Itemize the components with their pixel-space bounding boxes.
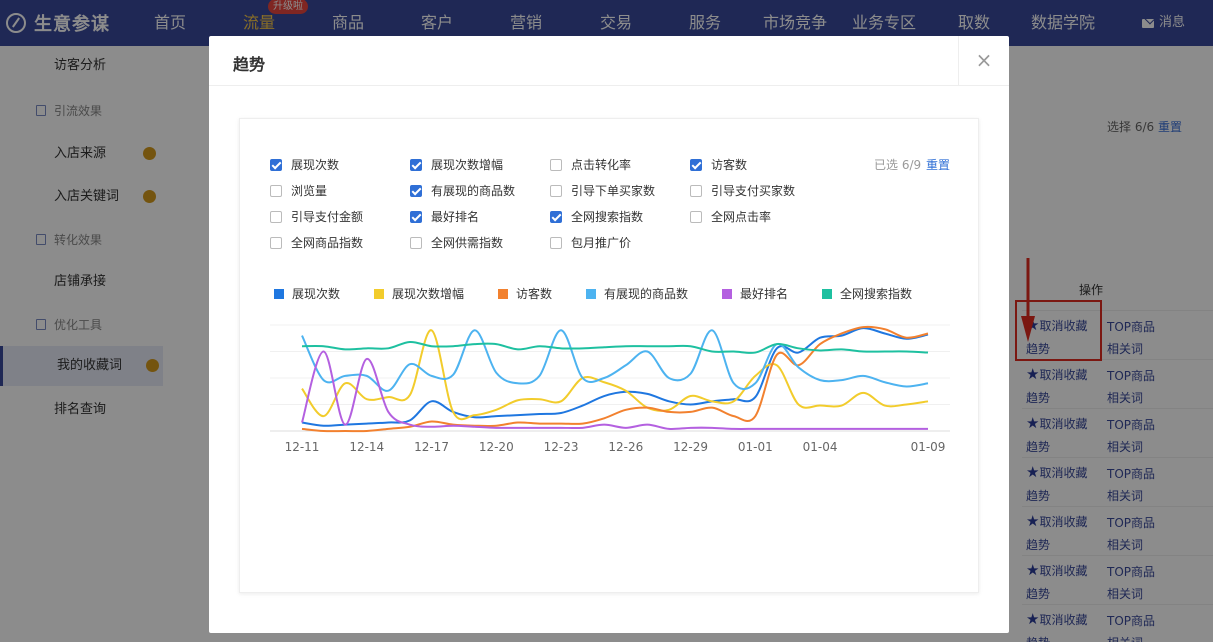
metric-label: 最好排名 (431, 210, 480, 224)
checkbox-icon (690, 210, 702, 223)
metric-checkbox-3[interactable]: 访客数 (690, 156, 747, 173)
metric-checkbox-6[interactable]: 引导下单买家数 (550, 182, 655, 199)
checkbox-icon (270, 236, 282, 249)
metric-label: 包月推广价 (571, 236, 632, 250)
legend-item-4[interactable]: 最好排名 (722, 285, 788, 302)
metric-checkbox-12[interactable]: 全网商品指数 (270, 234, 363, 251)
legend-label: 最好排名 (740, 287, 789, 301)
metric-checkbox-11[interactable]: 全网点击率 (690, 208, 771, 225)
metric-label: 访客数 (711, 158, 748, 172)
checkbox-icon (270, 184, 282, 197)
trend-line-chart: 12-11 12-14 12-17 12-20 12-23 12-26 12-29 01-01… (270, 324, 950, 454)
legend-label: 访客数 (516, 287, 553, 301)
checkbox-icon (550, 210, 562, 223)
metric-label: 展现次数 (291, 158, 340, 172)
checkbox-icon (550, 184, 562, 197)
metric-label: 引导支付金额 (291, 210, 364, 224)
checkbox-icon (550, 236, 562, 249)
x-tick-label: 12-17 (414, 440, 449, 454)
x-tick-label: 12-14 (349, 440, 384, 454)
checkbox-icon (410, 184, 422, 197)
metric-checkbox-4[interactable]: 浏览量 (270, 182, 327, 199)
checkbox-icon (410, 210, 422, 223)
metric-label: 引导下单买家数 (571, 184, 656, 198)
metric-label: 浏览量 (291, 184, 328, 198)
legend-item-2[interactable]: 访客数 (498, 285, 552, 302)
modal-title: 趋势 (233, 55, 266, 74)
x-tick-label: 12-26 (608, 440, 643, 454)
checkbox-icon (410, 158, 422, 171)
trend-card: 展现次数 展现次数增幅 点击转化率 访客数 浏览量 有展现的商品数 引导下单买家数 引导支付买… (239, 118, 979, 593)
legend-swatch (722, 288, 732, 299)
metric-checkbox-8[interactable]: 引导支付金额 (270, 208, 363, 225)
metric-checkbox-0[interactable]: 展现次数 (270, 156, 339, 173)
legend-swatch (274, 288, 284, 299)
legend-item-0[interactable]: 展现次数 (274, 285, 340, 302)
x-tick-label: 01-01 (738, 440, 773, 454)
x-tick-label: 01-09 (911, 440, 946, 454)
legend-swatch (498, 288, 508, 299)
x-tick-label: 12-20 (479, 440, 514, 454)
x-tick-label: 12-23 (544, 440, 579, 454)
checkbox-icon (550, 158, 562, 171)
series-line-1[interactable] (301, 329, 929, 421)
metric-checkbox-7[interactable]: 引导支付买家数 (690, 182, 795, 199)
metric-checkbox-2[interactable]: 点击转化率 (550, 156, 631, 173)
legend-item-5[interactable]: 全网搜索指数 (822, 285, 912, 302)
series-line-2[interactable] (301, 325, 929, 433)
metric-label: 展现次数增幅 (431, 158, 504, 172)
x-tick-label: 12-29 (673, 440, 708, 454)
metric-checkbox-13[interactable]: 全网供需指数 (410, 234, 503, 251)
metric-label: 有展现的商品数 (431, 184, 516, 198)
metric-label: 引导支付买家数 (711, 184, 796, 198)
legend-label: 有展现的商品数 (604, 287, 689, 301)
legend-swatch (586, 288, 596, 299)
selected-count: 已选 6/9 (874, 158, 922, 172)
checkbox-icon (690, 158, 702, 171)
legend-item-3[interactable]: 有展现的商品数 (586, 285, 688, 302)
metric-checkbox-9[interactable]: 最好排名 (410, 208, 479, 225)
reset-link[interactable]: 重置 (926, 156, 950, 173)
legend-item-1[interactable]: 展现次数增幅 (374, 285, 464, 302)
metric-label: 全网搜索指数 (571, 210, 644, 224)
metric-checkbox-1[interactable]: 展现次数增幅 (410, 156, 503, 173)
legend-label: 展现次数增幅 (392, 287, 465, 301)
modal-header: 趋势 × (209, 36, 1009, 86)
legend-label: 展现次数 (292, 287, 341, 301)
checkbox-icon (270, 158, 282, 171)
metric-label: 点击转化率 (571, 158, 632, 172)
legend-swatch (374, 288, 384, 299)
checkbox-icon (270, 210, 282, 223)
x-tick-label: 12-11 (285, 440, 320, 454)
metric-checkbox-10[interactable]: 全网搜索指数 (550, 208, 643, 225)
metric-label: 全网供需指数 (431, 236, 504, 250)
x-tick-label: 01-04 (803, 440, 838, 454)
series-line-0[interactable] (301, 327, 929, 427)
legend-label: 全网搜索指数 (840, 287, 913, 301)
metric-label: 全网商品指数 (291, 236, 364, 250)
metric-label: 全网点击率 (711, 210, 772, 224)
metric-checkbox-14[interactable]: 包月推广价 (550, 234, 631, 251)
trend-modal: 趋势 × 展现次数 展现次数增幅 点击转化率 访客数 浏览量 有展现的商品数 引导下单买家数… (209, 36, 1009, 633)
checkbox-icon (690, 184, 702, 197)
close-icon[interactable]: × (958, 36, 1009, 86)
checkbox-icon (410, 236, 422, 249)
series-line-4[interactable] (301, 350, 928, 430)
metric-checkbox-5[interactable]: 有展现的商品数 (410, 182, 515, 199)
legend-swatch (822, 288, 832, 299)
series-line-3[interactable] (301, 329, 929, 392)
